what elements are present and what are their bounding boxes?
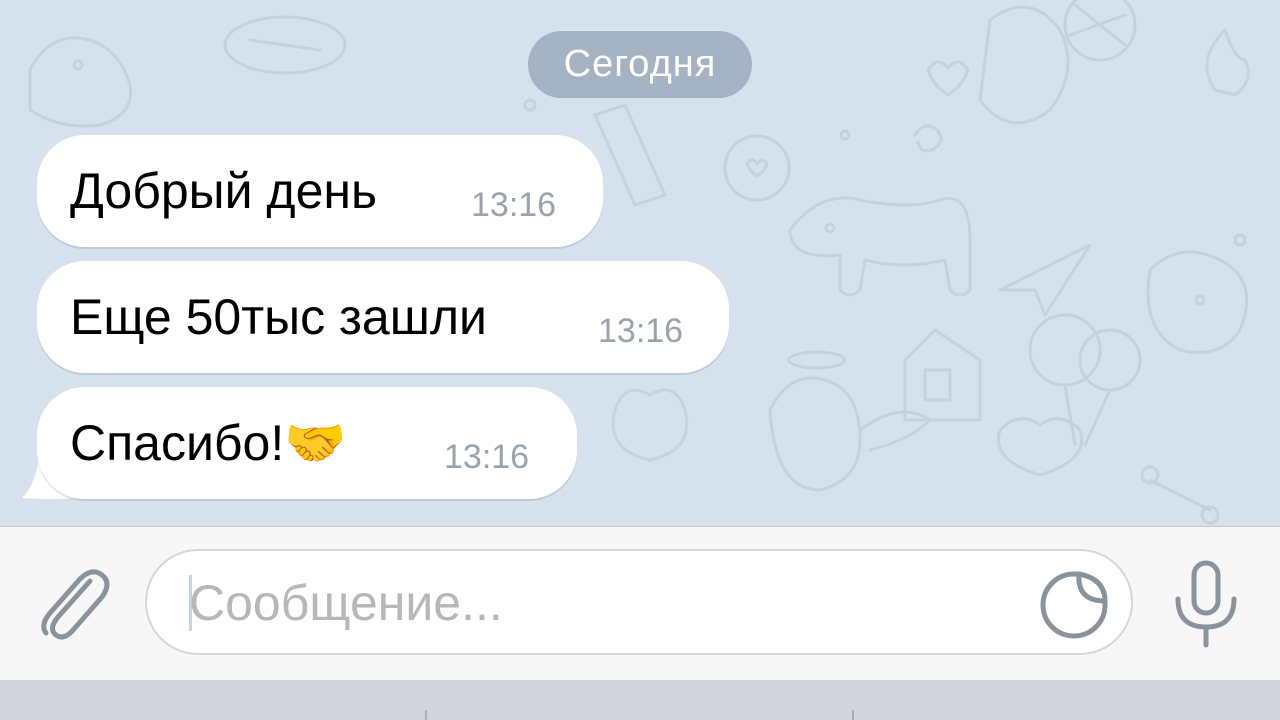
message-input[interactable] bbox=[187, 571, 1031, 635]
microphone-icon[interactable] bbox=[1170, 559, 1242, 649]
message-bubble[interactable]: Еще 50тыс зашли 13:16 bbox=[37, 261, 729, 373]
keyboard-divider bbox=[425, 710, 427, 720]
keyboard-divider bbox=[852, 710, 854, 720]
message-time: 13:16 bbox=[444, 438, 530, 476]
paperclip-icon[interactable] bbox=[34, 561, 112, 645]
message-time: 13:16 bbox=[598, 312, 684, 350]
chat-area[interactable]: Сегодня Добрый день 13:16 Еще 50тыс зашл… bbox=[0, 0, 1280, 526]
message-text: Добрый день bbox=[70, 163, 378, 219]
sticker-icon[interactable] bbox=[1039, 571, 1109, 639]
date-separator: Сегодня bbox=[528, 31, 752, 98]
message-time: 13:16 bbox=[471, 186, 557, 224]
message-text: Еще 50тыс зашли bbox=[70, 289, 487, 345]
message-text: Спасибо!🤝 bbox=[70, 415, 347, 471]
keyboard-top-strip bbox=[0, 680, 1280, 720]
message-bubble[interactable]: Добрый день 13:16 bbox=[37, 135, 603, 247]
message-bubble[interactable]: Спасибо!🤝 13:16 bbox=[37, 387, 577, 499]
message-composer bbox=[0, 526, 1280, 681]
message-input-field[interactable] bbox=[145, 549, 1133, 655]
